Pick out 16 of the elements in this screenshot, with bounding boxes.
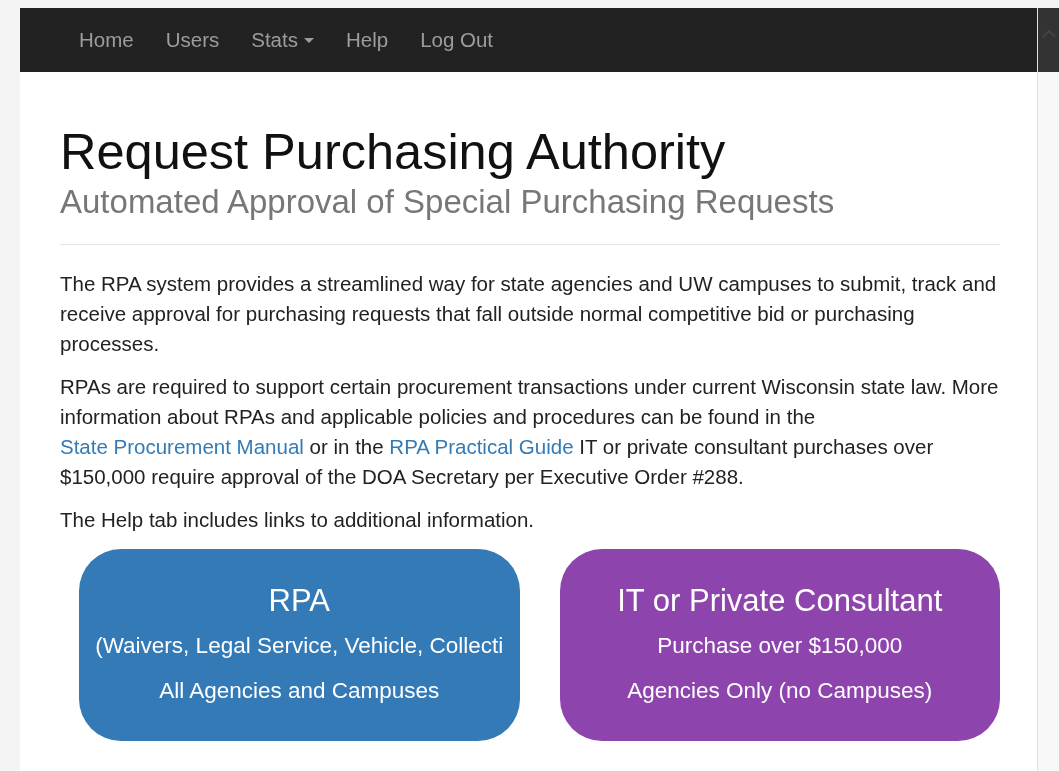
page-subtitle: Automated Approval of Special Purchasing Requests [60,182,836,222]
option-card[interactable]: RPA (Waivers, Legal Service, Vehicle, Collecti All Agencies and Campuses [79,549,520,741]
link[interactable]: RPA Practical Guide [389,435,574,458]
nav-link[interactable]: Users [149,28,236,52]
option-card[interactable]: IT or Private Consultant Purchase over $150,000 Agencies Only (no Campuses) [559,549,1000,741]
scrollbar[interactable] [1037,8,1059,771]
nav-link[interactable]: Stats [235,28,330,52]
paragraph: The RPA system provides a streamlined way for state agencies and UW campuses to submit, track and receive approval for purchasing requests that fall outside normal competitive bid or purchasing processes. [60,271,998,357]
link[interactable]: State Procurement Manual [60,435,304,458]
paragraph: The Help tab includes links to additional information. [60,507,536,533]
nav-link[interactable]: Log Out [404,28,510,52]
caret-icon [303,37,314,43]
paragraph: RPAs are required to support certain procurement transactions under current Wisconsin state law. More information about RPAs and applicable policies and procedures can be found in the State Procurement Manual or in the RPA Practical Guide IT or private consultant purchases over $150,000 require approval of the DOA Secretary per Executive Order #288. [60,374,1000,490]
nav-link[interactable]: Home [63,28,150,52]
nav-link[interactable]: Help [329,28,405,52]
page-title: Request Purchasing Authority [60,122,727,182]
